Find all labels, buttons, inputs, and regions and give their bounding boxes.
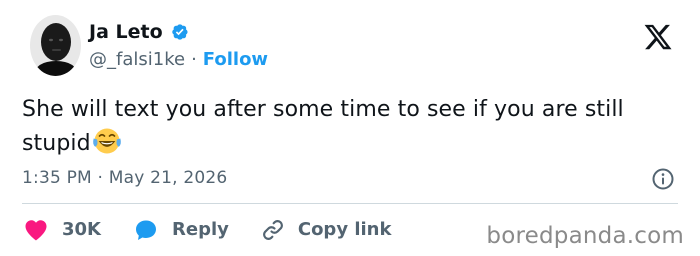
reply-bubble-icon bbox=[136, 220, 156, 240]
action-bar: 30K Reply Copy link bbox=[24, 217, 391, 243]
display-name[interactable]: Ja Leto bbox=[89, 20, 163, 44]
timestamp-date: May 21, 2026 bbox=[108, 168, 228, 188]
handle-row: @_falsi1ke · Follow bbox=[89, 48, 268, 72]
reply-button[interactable]: Reply bbox=[134, 218, 229, 242]
timestamp-separator: · bbox=[97, 168, 104, 188]
x-logo-icon[interactable] bbox=[642, 22, 674, 52]
avatar-image bbox=[30, 15, 81, 76]
tears-of-joy-emoji-icon bbox=[92, 128, 121, 154]
avatar[interactable] bbox=[30, 15, 81, 76]
divider bbox=[22, 203, 678, 204]
author-handle[interactable]: @_falsi1ke bbox=[89, 48, 185, 72]
tweet-card: Ja Leto @_falsi1ke · Follow She will tex… bbox=[0, 0, 700, 256]
heart-icon bbox=[25, 220, 47, 241]
timestamp-time: 1:35 PM bbox=[22, 168, 92, 188]
tweet-timestamp[interactable]: 1:35 PM · May 21, 2026 bbox=[22, 166, 227, 190]
watermark: boredpanda.com bbox=[486, 223, 684, 249]
like-count: 30K bbox=[62, 219, 101, 240]
like-button[interactable]: 30K bbox=[24, 218, 101, 242]
reply-label: Reply bbox=[172, 219, 229, 240]
author-name-row: Ja Leto bbox=[89, 20, 189, 44]
tweet-text: She will text you after some time to see… bbox=[22, 93, 682, 160]
verified-badge-icon bbox=[171, 24, 188, 40]
info-icon[interactable] bbox=[651, 167, 675, 191]
copy-link-button[interactable]: Copy link bbox=[260, 217, 392, 243]
link-icon bbox=[262, 220, 283, 240]
copy-link-label: Copy link bbox=[297, 219, 392, 240]
handle-separator: · bbox=[191, 49, 197, 70]
follow-button[interactable]: Follow bbox=[203, 48, 268, 72]
